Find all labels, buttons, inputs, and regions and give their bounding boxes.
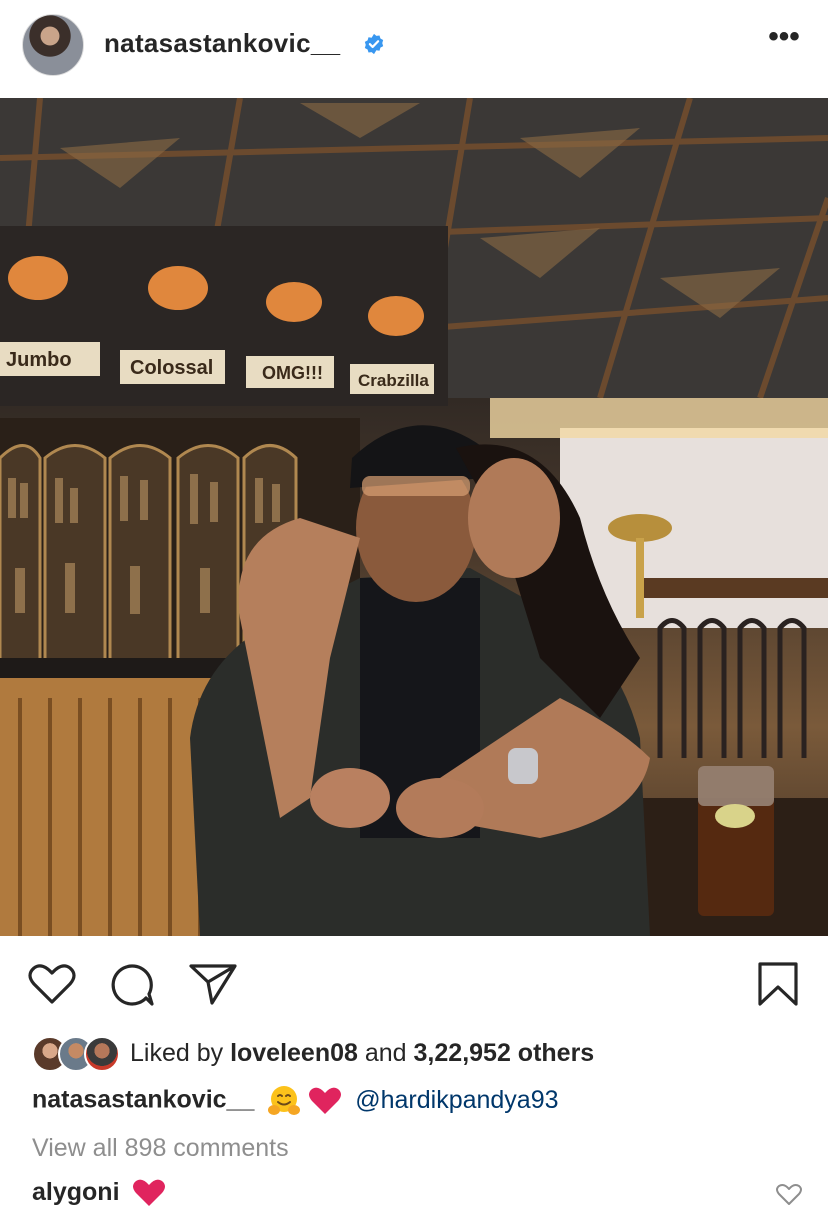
likes-count[interactable]: 3,22,952 others (414, 1039, 595, 1067)
likes-prefix: Liked by (130, 1039, 231, 1067)
more-options-button[interactable]: ••• (764, 22, 804, 58)
caption-mention[interactable]: @hardikpandya93 (355, 1086, 558, 1114)
post-photo[interactable]: Jumbo Colossal OMG!!! Crabzilla (0, 98, 828, 936)
liker-avatars (32, 1036, 122, 1072)
sign-crabzilla: Crabzilla (358, 371, 429, 390)
heart-icon[interactable] (28, 963, 76, 1005)
likes-row[interactable]: Liked by loveleen08 and 3,22,952 others (32, 1032, 812, 1076)
paper-plane-icon[interactable] (188, 962, 238, 1006)
comment-heart-icon[interactable] (776, 1182, 802, 1208)
author-username[interactable]: natasastankovic__ (104, 28, 340, 59)
action-bar (0, 936, 828, 1028)
post-header: natasastankovic__ ••• (0, 0, 828, 98)
sign-jumbo: Jumbo (6, 349, 72, 371)
author-avatar[interactable] (22, 14, 84, 76)
post-caption: natasastankovic__ @hardikpandya93 (32, 1084, 559, 1118)
verified-badge-icon (364, 33, 384, 55)
red-heart-icon (133, 1180, 166, 1207)
likes-text: Liked by loveleen08 and 3,22,952 others (130, 1039, 594, 1068)
liker-avatar (84, 1036, 120, 1072)
liker-username[interactable]: loveleen08 (230, 1039, 358, 1067)
red-heart-icon (309, 1087, 342, 1114)
comment-bubble-icon[interactable] (108, 962, 156, 1008)
caption-username[interactable]: natasastankovic__ (32, 1086, 254, 1114)
bookmark-icon[interactable] (756, 960, 800, 1008)
hugging-face-icon (268, 1086, 301, 1115)
comment-item: alygoni (32, 1178, 166, 1208)
photo-illustration: Jumbo Colossal OMG!!! Crabzilla (0, 98, 828, 936)
likes-middle: and (357, 1039, 414, 1067)
comment-username[interactable]: alygoni (32, 1178, 120, 1206)
sign-omg: OMG!!! (262, 363, 323, 383)
sign-colossal: Colossal (130, 357, 213, 379)
view-all-comments-link[interactable]: View all 898 comments (32, 1134, 289, 1163)
